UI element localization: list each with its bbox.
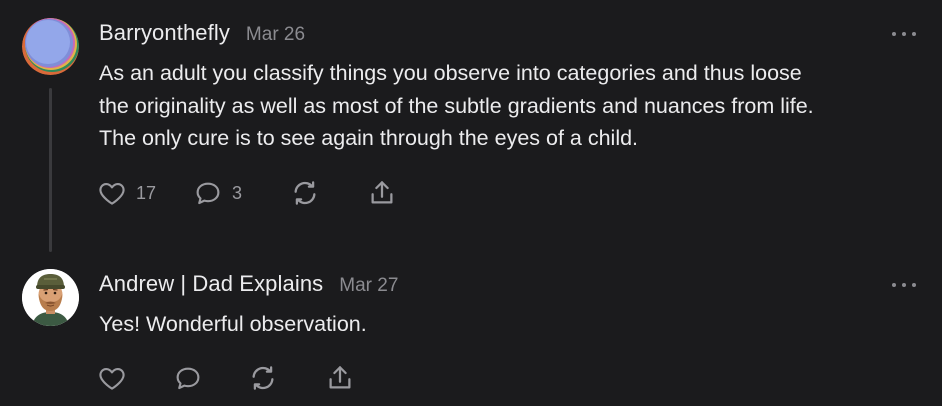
reply-button[interactable] [173,363,203,393]
more-options-icon[interactable] [892,280,916,290]
restack-icon [252,366,274,390]
comment-body: As an adult you classify things you obse… [99,57,929,155]
reply-button[interactable]: 3 [193,178,242,208]
restack-button[interactable] [290,178,320,208]
author-name[interactable]: Andrew | Dad Explains [99,271,323,297]
comment-date[interactable]: Mar 27 [339,275,398,297]
like-button[interactable] [97,363,127,393]
comment-bubble-icon [176,367,200,390]
comment: Andrew | Dad Explains Mar 27 Yes! Wonder… [0,255,942,406]
comment-body: Yes! Wonderful observation. [99,308,929,341]
abstract-swirl-avatar-icon [22,18,79,75]
reply-count: 3 [232,182,243,203]
comment-line: As an adult you classify things you obse… [99,61,802,85]
thread-line [49,88,52,252]
comment-date[interactable]: Mar 26 [246,24,305,46]
comment-line: The only cure is to see again through th… [99,126,639,150]
like-button[interactable]: 17 [97,178,156,208]
bearded-man-avatar-icon [22,269,79,326]
comment-line: the originality as well as most of the s… [99,93,814,118]
author-name[interactable]: Barryonthefly [99,20,230,46]
comment-line: Yes! Wonderful observation. [99,312,367,336]
restack-button[interactable] [248,363,278,393]
share-button[interactable] [325,363,355,393]
comment-bubble-icon [196,182,220,205]
like-count: 17 [136,182,157,203]
comment-header: Andrew | Dad Explains Mar 27 [99,271,398,297]
avatar[interactable] [22,18,79,75]
avatar[interactable] [22,269,79,326]
comment-header: Barryonthefly Mar 26 [99,20,305,46]
more-options-icon[interactable] [892,29,916,39]
heart-icon [99,182,125,205]
share-button[interactable] [367,178,397,208]
share-icon [329,366,351,389]
comment: Barryonthefly Mar 26 As an adult you cla… [0,0,942,255]
share-icon [371,181,393,204]
restack-icon [294,181,316,205]
heart-icon [99,367,125,390]
